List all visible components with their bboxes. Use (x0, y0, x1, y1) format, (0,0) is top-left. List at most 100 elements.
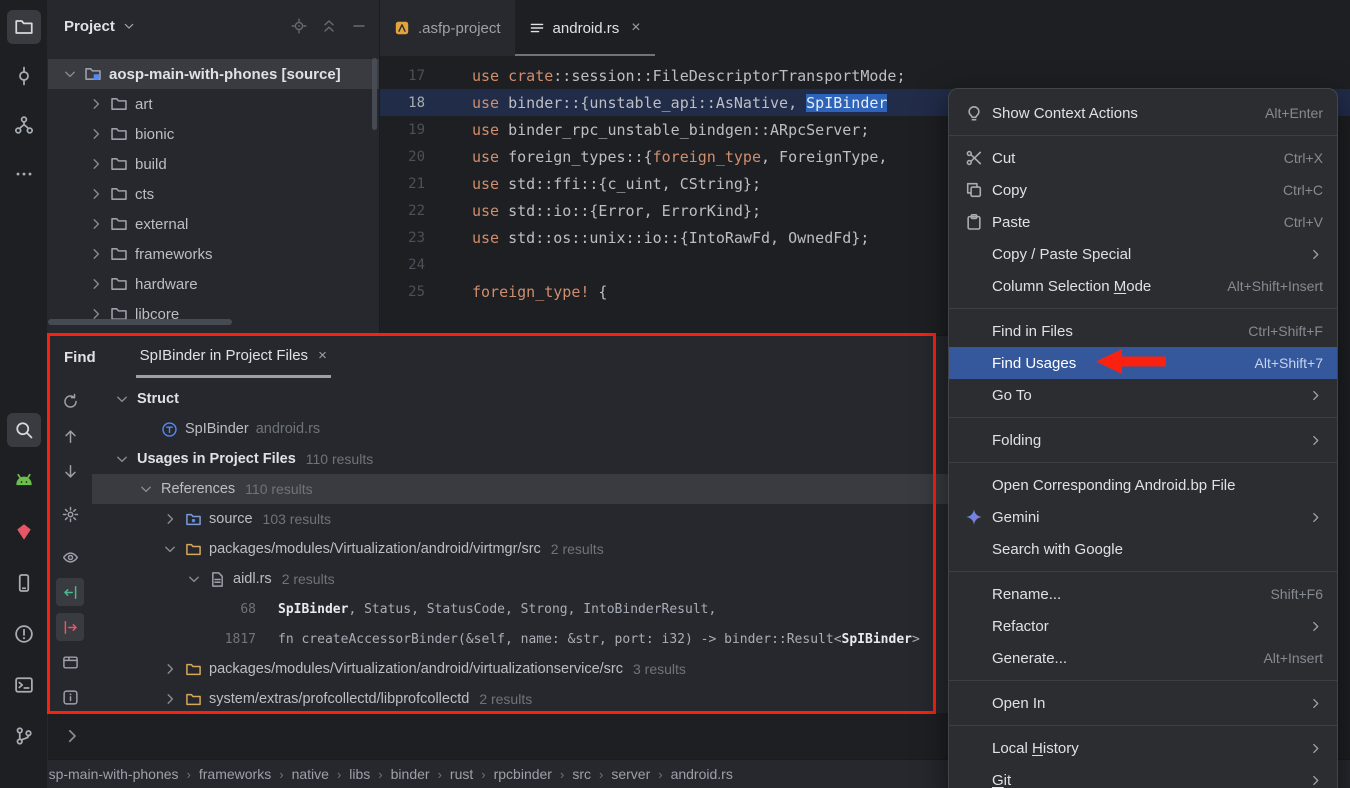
menu-item-go-to[interactable]: Go To (949, 379, 1337, 411)
project-tree-item-hardware[interactable]: hardware (48, 269, 379, 299)
find-toolbar-button-info[interactable] (56, 683, 84, 711)
find-result-row[interactable]: SpIBinderandroid.rs (92, 414, 948, 444)
find-result-row[interactable]: system/extras/profcollectd/libprofcollec… (92, 684, 948, 713)
breadcrumb-item-rpcbinder[interactable]: rpcbinder (494, 766, 552, 782)
find-toolbar-button-arrow-up[interactable] (56, 422, 84, 450)
close-icon[interactable]: × (318, 347, 327, 364)
code-line-17[interactable]: 17use crate::session::FileDescriptorTran… (380, 62, 1350, 89)
editor-tab-asfp-project[interactable]: .asfp-project (380, 0, 515, 56)
breadcrumb-item-aosp-main-with-phones[interactable]: aosp-main-with-phones (33, 766, 179, 782)
chevron-down-icon[interactable] (114, 451, 130, 467)
tool-button-running-devices[interactable] (7, 566, 41, 600)
chevron-right-icon[interactable] (88, 96, 104, 112)
menu-item-find-in-files[interactable]: Find in FilesCtrl+Shift+F (949, 315, 1337, 347)
line-number[interactable]: 25 (380, 284, 472, 300)
tool-button-more[interactable] (7, 157, 41, 191)
menu-item-open-in[interactable]: Open In (949, 687, 1337, 719)
line-number[interactable]: 17 (380, 68, 472, 84)
project-tree-item-external[interactable]: external (48, 209, 379, 239)
breadcrumb-item-native[interactable]: native (292, 766, 329, 782)
chevron-right-icon[interactable] (88, 186, 104, 202)
find-result-row[interactable]: Usages in Project Files110 results (92, 444, 948, 474)
find-result-row[interactable]: References110 results (92, 474, 948, 504)
line-number[interactable]: 18 (380, 95, 472, 111)
tool-button-logcat[interactable] (7, 464, 41, 498)
find-toolbar-button-refresh[interactable] (56, 387, 84, 415)
find-toolbar-button-jump-to-source[interactable] (56, 578, 84, 606)
line-number[interactable]: 20 (380, 149, 472, 165)
menu-item-rename[interactable]: Rename...Shift+F6 (949, 578, 1337, 610)
chevron-right-icon[interactable] (88, 156, 104, 172)
project-tree-item-art[interactable]: art (48, 89, 379, 119)
menu-item-find-usages[interactable]: Find UsagesAlt+Shift+7 (949, 347, 1337, 379)
menu-item-git[interactable]: Git (949, 764, 1337, 788)
menu-item-open-corresponding-android-bp-file[interactable]: Open Corresponding Android.bp File (949, 469, 1337, 501)
breadcrumb-item-rust[interactable]: rust (450, 766, 473, 782)
find-toolbar-button-preview[interactable] (56, 543, 84, 571)
find-result-row[interactable]: aidl.rs2 results (92, 564, 948, 594)
chevron-down-icon[interactable] (162, 541, 178, 557)
find-toolbar-button-arrow-down[interactable] (56, 457, 84, 485)
menu-item-local-history[interactable]: Local History (949, 732, 1337, 764)
project-tree-item-cts[interactable]: cts (48, 179, 379, 209)
chevron-down-icon[interactable] (114, 391, 130, 407)
find-result-row[interactable]: packages/modules/Virtualization/android/… (92, 654, 948, 684)
line-number[interactable]: 19 (380, 122, 472, 138)
breadcrumb-item-server[interactable]: server (611, 766, 650, 782)
find-result-row[interactable]: source103 results (92, 504, 948, 534)
breadcrumb-item-android-rs[interactable]: android.rs (671, 766, 733, 782)
menu-item-copy[interactable]: CopyCtrl+C (949, 174, 1337, 206)
find-toolbar-button-new-tab[interactable] (56, 648, 84, 676)
line-number[interactable]: 22 (380, 203, 472, 219)
menu-item-show-context-actions[interactable]: Show Context ActionsAlt+Enter (949, 97, 1337, 129)
breadcrumb-item-src[interactable]: src (572, 766, 591, 782)
menu-item-folding[interactable]: Folding (949, 424, 1337, 456)
editor-tab-android-rs[interactable]: android.rs× (515, 0, 655, 56)
line-number[interactable]: 24 (380, 257, 472, 273)
line-number[interactable]: 21 (380, 176, 472, 192)
chevron-right-icon[interactable] (62, 726, 82, 746)
find-result-row[interactable]: Struct (92, 384, 948, 414)
menu-item-search-with-google[interactable]: Search with Google (949, 533, 1337, 565)
line-number[interactable]: 23 (380, 230, 472, 246)
project-tree-item-bionic[interactable]: bionic (48, 119, 379, 149)
locate-icon[interactable] (291, 18, 307, 34)
project-vertical-scrollbar[interactable] (372, 58, 377, 130)
close-icon[interactable]: × (631, 20, 640, 36)
tool-button-commit[interactable] (7, 59, 41, 93)
hide-icon[interactable] (351, 18, 367, 34)
menu-item-refactor[interactable]: Refactor (949, 610, 1337, 642)
project-horizontal-scrollbar[interactable] (48, 319, 232, 325)
tool-button-problems[interactable] (7, 617, 41, 651)
menu-item-gemini[interactable]: Gemini (949, 501, 1337, 533)
breadcrumb-item-binder[interactable]: binder (391, 766, 430, 782)
find-result-row[interactable]: packages/modules/Virtualization/android/… (92, 534, 948, 564)
tool-button-app-quality-insights[interactable] (7, 515, 41, 549)
tool-button-project[interactable] (7, 10, 41, 44)
chevron-right-icon[interactable] (88, 276, 104, 292)
chevron-down-icon[interactable] (62, 66, 78, 82)
find-toolbar-button-settings[interactable] (56, 500, 84, 528)
project-tree-item-aosp-main-with-phones-source[interactable]: aosp-main-with-phones [source] (48, 59, 379, 89)
breadcrumb-item-libs[interactable]: libs (349, 766, 370, 782)
tool-button-version-control[interactable] (7, 719, 41, 753)
find-result-row[interactable]: 1817fn createAccessorBinder(&self, name:… (92, 624, 948, 654)
menu-item-paste[interactable]: PasteCtrl+V (949, 206, 1337, 238)
tool-button-structure[interactable] (7, 108, 41, 142)
menu-item-cut[interactable]: CutCtrl+X (949, 142, 1337, 174)
chevron-right-icon[interactable] (162, 511, 178, 527)
menu-item-generate[interactable]: Generate...Alt+Insert (949, 642, 1337, 674)
chevron-down-icon[interactable] (122, 19, 136, 33)
tool-button-find[interactable] (7, 413, 41, 447)
tool-button-terminal[interactable] (7, 668, 41, 702)
chevron-down-icon[interactable] (186, 571, 202, 587)
project-panel-title[interactable]: Project (64, 18, 115, 35)
find-toolbar-button-open-in-new-tab[interactable] (56, 613, 84, 641)
project-tree-item-frameworks[interactable]: frameworks (48, 239, 379, 269)
chevron-right-icon[interactable] (88, 246, 104, 262)
menu-item-column-selection-mode[interactable]: Column Selection ModeAlt+Shift+Insert (949, 270, 1337, 302)
chevron-down-icon[interactable] (138, 481, 154, 497)
collapse-all-icon[interactable] (321, 18, 337, 34)
find-results-tab[interactable]: SpIBinder in Project Files × (136, 336, 331, 378)
chevron-right-icon[interactable] (162, 691, 178, 707)
